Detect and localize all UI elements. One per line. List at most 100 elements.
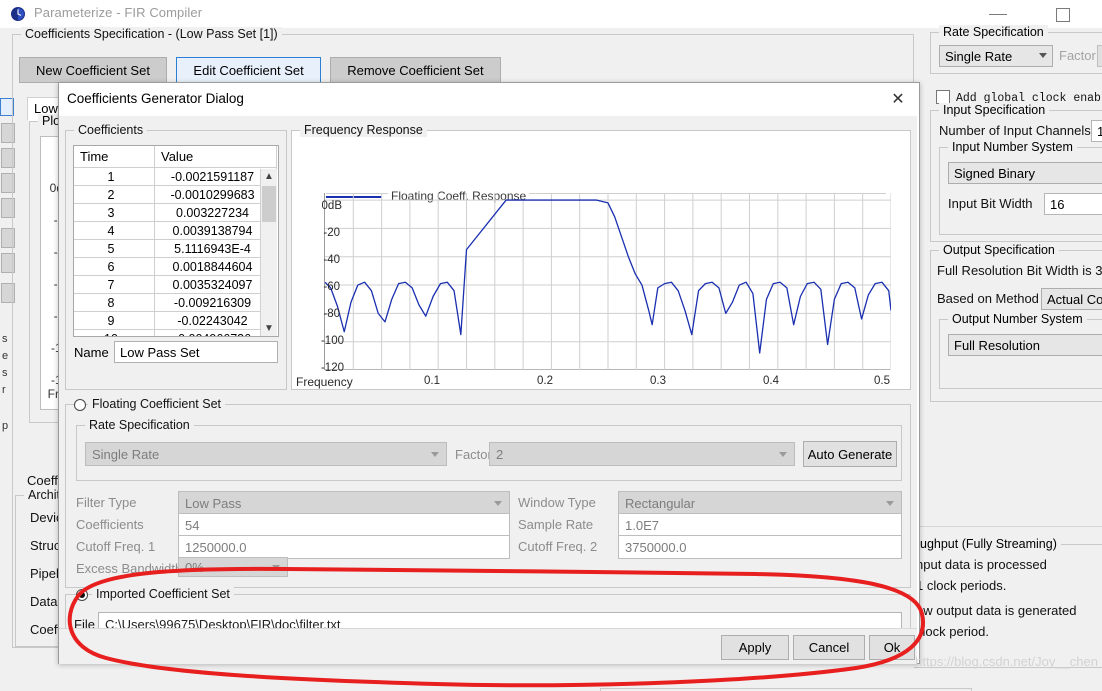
minimize-button[interactable] xyxy=(976,0,1022,28)
cutoff-freq-2-field[interactable]: 3750000.0 xyxy=(618,535,902,559)
new-coefficient-set-button[interactable]: New Coefficient Set xyxy=(19,57,167,83)
cutoff-freq-1-field[interactable]: 1250000.0 xyxy=(178,535,510,559)
table-row[interactable]: 10-0.004966736 xyxy=(74,329,277,336)
scroll-up-icon[interactable]: ▲ xyxy=(261,169,277,185)
ok-button[interactable]: Ok xyxy=(869,635,915,660)
coefficients-legend: Coefficients xyxy=(74,123,148,137)
close-icon[interactable]: ✕ xyxy=(877,83,919,116)
table-row[interactable]: 9 -0.02243042 xyxy=(74,311,277,330)
global-clock-enable-checkbox[interactable] xyxy=(936,90,950,104)
chevron-down-icon xyxy=(494,501,502,506)
dialog-factor-label: Factor xyxy=(455,447,492,462)
coefficients-count-field[interactable]: 54 xyxy=(178,513,510,537)
dialog-body: Coefficients Time Value 1 -0.0021591187 2… xyxy=(59,116,917,663)
rate-specification-group: Rate Specification Single Rate Factor 2 xyxy=(930,25,1102,74)
x-tick-label: 0.1 xyxy=(424,375,440,387)
sample-rate-field[interactable]: 1.0E7 xyxy=(618,513,902,537)
table-row[interactable]: 1 -0.0021591187 xyxy=(74,167,277,186)
frequency-response-group: Frequency Response Floating Coeff. Respo… xyxy=(291,123,911,390)
table-row[interactable]: 6 0.0018844604 xyxy=(74,257,277,276)
dialog-title-bar: Coefficients Generator Dialog ✕ xyxy=(59,83,919,116)
based-on-method-combo[interactable]: Actual Coeffi xyxy=(1041,288,1102,310)
window-type-combo[interactable]: Rectangular xyxy=(618,491,902,515)
scrollbar-thumb[interactable] xyxy=(262,186,276,222)
dialog-factor-combo[interactable]: 2 xyxy=(489,442,795,466)
maximize-button[interactable] xyxy=(1040,0,1086,28)
table-row[interactable]: 7 0.0035324097 xyxy=(74,275,277,294)
cell-time: 5 xyxy=(74,239,155,258)
output-number-system-combo[interactable]: Full Resolution xyxy=(948,334,1102,356)
y-tick-label: 0dB xyxy=(321,200,342,212)
output-number-system-legend: Output Number System xyxy=(948,312,1087,326)
y-tick-label: -80 xyxy=(323,308,340,320)
throughput-line: 1 clock periods. xyxy=(916,578,1007,593)
x-tick-label: 0.5 xyxy=(874,375,890,387)
app-root: Parameterize - FIR Compiler s e s r p Co… xyxy=(0,0,1102,691)
table-row[interactable]: 4 0.0039138794 xyxy=(74,221,277,240)
cell-value: 0.0035324097 xyxy=(154,275,277,294)
table-row[interactable]: 8 -0.009216309 xyxy=(74,293,277,312)
floating-coefficient-set-radio[interactable] xyxy=(74,399,86,411)
output-number-system-group: Output Number System Full Resolution xyxy=(939,312,1102,389)
chevron-down-icon xyxy=(272,565,280,570)
throughput-line: clock period. xyxy=(916,624,989,639)
output-specification-group: Output Specification Full Resolution Bit… xyxy=(930,243,1102,402)
input-channels-field[interactable]: 1 xyxy=(1091,120,1102,142)
input-number-system-value: Signed Binary xyxy=(954,166,1035,181)
name-input[interactable]: Low Pass Set xyxy=(114,341,278,363)
dialog-rate-combo[interactable]: Single Rate xyxy=(85,442,447,466)
cell-time: 8 xyxy=(74,293,155,312)
coefficients-table: Time Value 1 -0.0021591187 2 -0.0010299683… xyxy=(74,146,277,336)
input-specification-group: Input Specification Number of Input Chan… xyxy=(930,103,1102,242)
y-tick-label: -40 xyxy=(323,254,340,266)
coefficients-scrollbar[interactable]: ▲ ▼ xyxy=(260,169,277,336)
x-tick-label: 0.4 xyxy=(763,375,779,387)
apply-button[interactable]: Apply xyxy=(721,635,789,660)
dialog-title: Coefficients Generator Dialog xyxy=(67,91,244,106)
input-specification-legend: Input Specification xyxy=(939,103,1050,117)
coefficients-count-label: Coefficients xyxy=(76,517,144,532)
factor-field[interactable]: 2 xyxy=(1097,45,1102,67)
x-tick-label: 0.3 xyxy=(650,375,666,387)
imported-coefficient-set-radio[interactable] xyxy=(76,589,88,601)
table-header-row: Time Value xyxy=(74,146,277,168)
tree-label: s xyxy=(2,367,8,379)
auto-generate-button[interactable]: Auto Generate xyxy=(803,441,897,467)
based-on-method-label: Based on Method xyxy=(937,291,1039,306)
table-row[interactable]: 3 0.003227234 xyxy=(74,203,277,222)
cutoff-freq-2-label: Cutoff Freq. 2 xyxy=(518,539,598,554)
tree-label: r xyxy=(2,384,6,396)
excess-bandwidth-combo[interactable]: 0% xyxy=(178,557,288,577)
input-bit-width-field[interactable]: 16 xyxy=(1044,193,1102,215)
fir-compiler-icon xyxy=(10,6,26,22)
throughput-legend: ughput (Fully Streaming) xyxy=(916,537,1061,551)
imported-coefficient-set-legend: Imported Coefficient Set xyxy=(92,587,234,601)
window-title: Parameterize - FIR Compiler xyxy=(34,5,203,20)
edit-coefficient-set-button[interactable]: Edit Coefficient Set xyxy=(176,57,321,83)
throughput-line: nput data is processed xyxy=(916,557,1047,572)
minimize-icon xyxy=(989,14,1007,15)
cell-value: 0.003227234 xyxy=(154,203,277,222)
cell-value: 0.0018844604 xyxy=(154,257,277,276)
filter-type-combo[interactable]: Low Pass xyxy=(178,491,510,515)
scroll-down-icon[interactable]: ▼ xyxy=(261,321,277,336)
rate-combo[interactable]: Single Rate xyxy=(939,45,1053,67)
table-row[interactable]: 2 -0.0010299683 xyxy=(74,185,277,204)
panel-divider xyxy=(920,526,1102,527)
rate-specification-legend: Rate Specification xyxy=(939,25,1048,39)
cell-time: 4 xyxy=(74,221,155,240)
cancel-button[interactable]: Cancel xyxy=(793,635,865,660)
right-parameter-panel: Rate Specification Single Rate Factor 2 … xyxy=(914,25,1102,691)
cell-time: 10 xyxy=(74,329,155,336)
tree-label: e xyxy=(2,350,9,362)
dialog-footer: Apply Cancel Ok xyxy=(59,628,917,664)
coefficients-table-wrap: Time Value 1 -0.0021591187 2 -0.0010299683… xyxy=(73,145,279,337)
x-axis-title: Frequency xyxy=(296,375,353,389)
filter-type-label: Filter Type xyxy=(76,495,137,510)
table-row[interactable]: 5 5.1116943E-4 xyxy=(74,239,277,258)
input-number-system-combo[interactable]: Signed Binary xyxy=(948,162,1102,184)
dialog-rate-value: Single Rate xyxy=(92,447,160,462)
remove-coefficient-set-button[interactable]: Remove Coefficient Set xyxy=(330,57,501,83)
coefficients-group: Coefficients Time Value 1 -0.0021591187 2… xyxy=(65,123,287,390)
coefficient-set-button-row: New Coefficient Set Edit Coefficient Set… xyxy=(19,57,507,83)
